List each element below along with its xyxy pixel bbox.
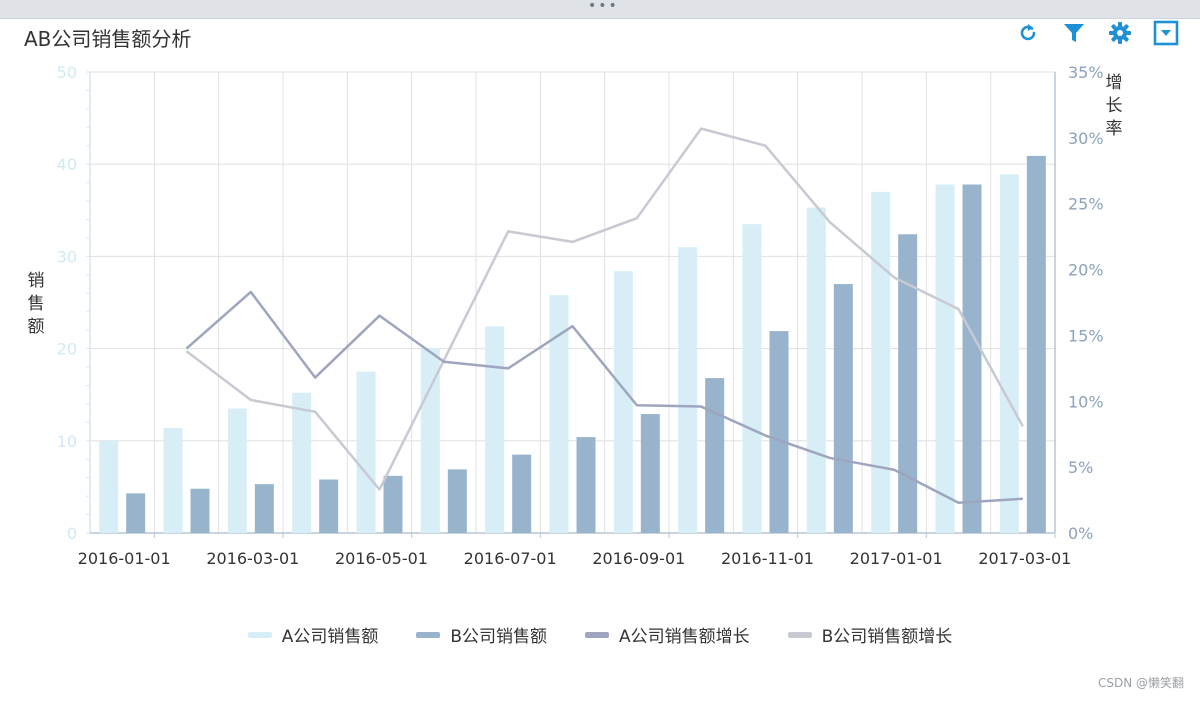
y-left-tick-label: 10 bbox=[57, 432, 77, 451]
legend-swatch bbox=[247, 631, 272, 638]
legend-item[interactable]: A公司销售额 bbox=[247, 622, 379, 647]
bar-a-sales bbox=[356, 371, 376, 533]
y-right-axis-title-char: 增 bbox=[1106, 73, 1123, 93]
legend-label: B公司销售额 bbox=[450, 627, 547, 647]
bar-b-sales bbox=[190, 488, 210, 533]
bar-a-sales bbox=[99, 440, 119, 533]
y-right-tick-label: 25% bbox=[1068, 195, 1104, 214]
x-tick-label: 2016-09-01 bbox=[592, 549, 685, 568]
x-tick-label: 2016-05-01 bbox=[335, 549, 428, 568]
bar-b-sales bbox=[833, 284, 853, 533]
bar-b-sales bbox=[1026, 155, 1046, 534]
x-tick-label: 2017-01-01 bbox=[850, 549, 943, 568]
y-right-tick-label: 30% bbox=[1068, 129, 1104, 148]
watermark: CSDN @懒笑翻 bbox=[1097, 676, 1184, 690]
legend-item[interactable]: B公司销售额 bbox=[416, 622, 547, 647]
y-right-tick-label: 20% bbox=[1068, 261, 1104, 280]
y-left-axis-title-char: 售 bbox=[28, 294, 45, 314]
y-left-tick-label: 0 bbox=[67, 524, 77, 543]
chart-legend: A公司销售额 B公司销售额 A公司销售额增长 B公司销售额增长 bbox=[0, 622, 1200, 647]
y-left-tick-label: 30 bbox=[57, 247, 77, 266]
bar-b-sales bbox=[254, 484, 274, 533]
bar-b-sales bbox=[705, 378, 725, 533]
bar-b-sales bbox=[447, 469, 467, 533]
bar-b-sales bbox=[383, 475, 403, 533]
y-right-tick-label: 0% bbox=[1068, 524, 1093, 543]
legend-item[interactable]: A公司销售额增长 bbox=[585, 622, 750, 647]
bar-b-sales bbox=[512, 454, 532, 533]
bar-a-sales bbox=[613, 271, 633, 533]
bar-a-sales bbox=[871, 191, 891, 534]
x-tick-label: 2016-07-01 bbox=[464, 549, 557, 568]
y-left-axis-title-char: 额 bbox=[28, 317, 45, 337]
x-tick-label: 2016-03-01 bbox=[206, 549, 299, 568]
bar-a-sales bbox=[485, 326, 505, 533]
bar-a-sales bbox=[678, 247, 698, 533]
bar-b-sales bbox=[576, 437, 596, 533]
bar-a-sales bbox=[227, 408, 247, 533]
legend-label: B公司销售额增长 bbox=[821, 627, 953, 647]
legend-label: A公司销售额 bbox=[281, 627, 379, 647]
bar-b-sales bbox=[640, 414, 660, 533]
y-right-tick-label: 10% bbox=[1068, 392, 1104, 411]
bar-a-sales bbox=[742, 224, 762, 533]
y-left-tick-label: 40 bbox=[57, 155, 77, 174]
legend-label: A公司销售额增长 bbox=[619, 627, 750, 647]
bar-b-sales bbox=[898, 234, 918, 533]
bar-a-sales bbox=[935, 184, 955, 533]
x-tick-label: 2017-03-01 bbox=[978, 549, 1071, 568]
bar-b-sales bbox=[769, 331, 789, 533]
y-right-axis-title-char: 率 bbox=[1106, 119, 1123, 139]
legend-swatch bbox=[585, 631, 609, 638]
y-left-tick-label: 50 bbox=[57, 63, 77, 82]
bar-b-sales bbox=[126, 493, 146, 533]
y-right-tick-label: 35% bbox=[1068, 63, 1104, 82]
chart-canvas: 0 10 20 30 40 50 0% 5% 10% 15% 20% 25% 30% 35% 销售额 增长率 2… bbox=[28, 63, 1123, 568]
legend-item[interactable]: B公司销售额增长 bbox=[787, 622, 953, 647]
y-right-tick-label: 15% bbox=[1068, 326, 1104, 345]
x-tick-label: 2016-11-01 bbox=[721, 549, 814, 568]
y-right-tick-label: 5% bbox=[1068, 458, 1093, 477]
bar-b-sales bbox=[319, 479, 339, 533]
bar-a-sales bbox=[292, 392, 312, 533]
y-right-axis-title-char: 长 bbox=[1106, 96, 1123, 116]
bar-a-sales bbox=[806, 207, 826, 533]
bar-b-sales bbox=[962, 184, 982, 533]
bar-a-sales bbox=[999, 174, 1019, 534]
legend-swatch bbox=[787, 631, 812, 638]
x-tick-label: 2016-01-01 bbox=[78, 549, 171, 568]
legend-swatch bbox=[416, 631, 441, 638]
bar-a-sales bbox=[163, 427, 183, 533]
y-left-tick-label: 20 bbox=[57, 340, 77, 359]
y-left-axis-title-char: 销 bbox=[28, 271, 45, 291]
